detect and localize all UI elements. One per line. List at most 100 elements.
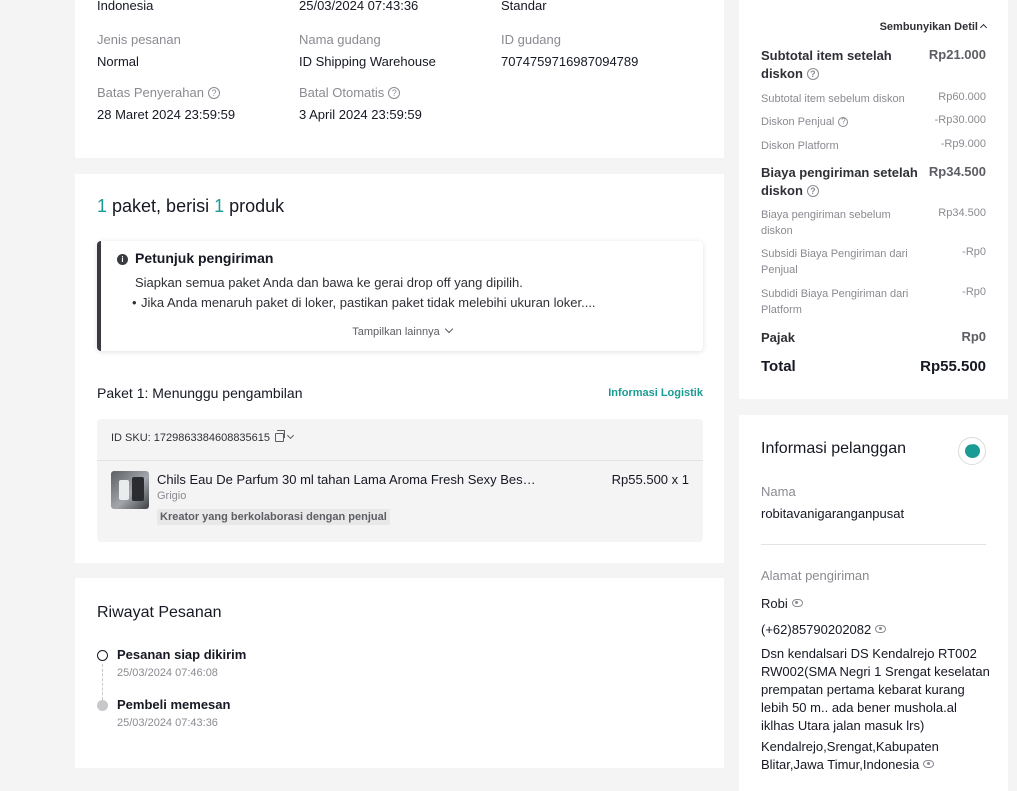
product-variant: Grigio	[157, 490, 187, 502]
product-count: 1	[214, 196, 225, 216]
show-more-label: Tampilkan lainnya	[352, 326, 440, 338]
order-region: Indonesia	[97, 0, 154, 13]
timeline-connector	[102, 664, 103, 700]
order-type-value: Normal	[97, 54, 139, 69]
platform-discount-value: -Rp9.000	[940, 138, 986, 150]
recipient-phone: (+62)85790202082	[761, 622, 872, 637]
seller-subsidy-label: Subsidi Biaya Pengiriman dari Penjual	[761, 248, 908, 276]
platform-subsidy-label: Subdidi Biaya Pengiriman dari Platform	[761, 288, 909, 316]
eye-icon[interactable]	[923, 760, 935, 768]
product-count-text: produk	[224, 196, 285, 216]
package-summary-title: 1 paket, berisi 1 produk	[97, 196, 284, 217]
help-icon[interactable]: ?	[838, 117, 849, 127]
shipping-hint-title: Petunjuk pengiriman	[135, 250, 274, 266]
warehouse-name-value: ID Shipping Warehouse	[299, 54, 436, 69]
total-label: Total	[761, 358, 796, 375]
order-type-field: Jenis pesanan Normal	[97, 32, 181, 69]
warehouse-name-field: Nama gudang ID Shipping Warehouse	[299, 32, 436, 69]
shipping-type: Standar	[501, 0, 547, 13]
warehouse-id-label: ID gudang	[501, 32, 561, 47]
address-region-row: Kendalrejo,Srengat,Kabupaten Blitar,Jawa…	[761, 738, 991, 774]
customer-name-label: Nama	[761, 484, 796, 499]
eye-icon[interactable]	[791, 599, 803, 607]
help-icon[interactable]: ?	[388, 87, 401, 99]
tax-value: Rp0	[961, 329, 986, 344]
sku-box: ID SKU: 1729863384608835615 Chils Eau De…	[97, 419, 703, 542]
shipping-address-label: Alamat pengiriman	[761, 568, 870, 583]
help-icon[interactable]: ?	[207, 87, 220, 99]
product-price: Rp55.500 x 1	[611, 472, 689, 487]
handover-deadline-field: Batas Penyerahan? 28 Maret 2024 23:59:59	[97, 85, 235, 122]
history-event-label: Pesanan siap dikirim	[117, 647, 247, 662]
chevron-down-icon	[444, 324, 453, 334]
copy-icon[interactable]	[275, 430, 286, 442]
eye-icon[interactable]	[875, 625, 887, 633]
package-count: 1	[97, 196, 108, 216]
chevron-up-icon	[979, 23, 988, 32]
chat-button[interactable]	[958, 437, 986, 465]
customer-name-value: robitavanigaranganpusat	[761, 506, 905, 521]
shipping-before-label: Biaya pengiriman sebelum diskon	[761, 209, 891, 237]
timeline-dot-past	[97, 700, 108, 711]
timeline-dot-current	[97, 650, 108, 661]
subtotal-before-label: Subtotal item sebelum diskon	[761, 93, 905, 105]
package-status: Paket 1: Menunggu pengambilan	[97, 385, 303, 401]
help-icon[interactable]: ?	[806, 185, 819, 197]
warehouse-id-value: 7074759716987094789	[501, 54, 639, 69]
chevron-down-icon[interactable]	[286, 431, 295, 440]
logistics-info-link[interactable]: Informasi Logistik	[608, 387, 703, 399]
tax-label: Pajak	[761, 330, 795, 345]
auto-cancel-label: Batal Otomatis	[299, 85, 385, 100]
auto-cancel-field: Batal Otomatis? 3 April 2024 23:59:59	[299, 85, 422, 122]
order-info-card: Indonesia 25/03/2024 07:43:36 Standar Je…	[75, 0, 724, 158]
creator-collab-tag: Kreator yang berkolaborasi dengan penjua…	[157, 509, 390, 525]
platform-discount-label: Diskon Platform	[761, 140, 839, 152]
seller-discount-label: Diskon Penjual	[761, 116, 835, 128]
shipping-hint-box: i Petunjuk pengiriman Siapkan semua pake…	[97, 241, 703, 351]
shipping-after-label: Biaya pengiriman setelah diskon	[761, 165, 918, 198]
phone-row: (+62)85790202082	[761, 622, 887, 637]
product-thumbnail[interactable]	[111, 471, 149, 509]
subtotal-after-label: Subtotal item setelah diskon	[761, 48, 892, 81]
order-created-time: 25/03/2024 07:43:36	[299, 0, 419, 13]
show-more-button[interactable]: Tampilkan lainnya	[101, 324, 703, 338]
order-history-title: Riwayat Pesanan	[97, 604, 222, 621]
hide-details-button[interactable]: Sembunyikan Detil	[879, 21, 988, 33]
seller-discount-value: -Rp30.000	[934, 114, 986, 126]
platform-subsidy-value: -Rp0	[962, 286, 986, 298]
info-icon: i	[117, 254, 128, 265]
seller-subsidy-value: -Rp0	[962, 246, 986, 258]
customer-info-card: Informasi pelanggan Nama robitavanigaran…	[739, 415, 1008, 791]
history-event-time: 25/03/2024 07:46:08	[117, 667, 218, 679]
subtotal-before-value: Rp60.000	[938, 91, 986, 103]
warehouse-id-field: ID gudang 7074759716987094789	[501, 32, 638, 69]
history-event-time: 25/03/2024 07:43:36	[117, 717, 218, 729]
address-region: Kendalrejo,Srengat,Kabupaten Blitar,Jawa…	[761, 739, 939, 772]
customer-info-title: Informasi pelanggan	[761, 440, 906, 457]
handover-deadline-label: Batas Penyerahan	[97, 85, 204, 100]
payment-summary-card: Sembunyikan Detil Subtotal item setelah …	[739, 0, 1008, 399]
total-value: Rp55.500	[920, 358, 986, 375]
product-name[interactable]: Chils Eau De Parfum 30 ml tahan Lama Aro…	[157, 472, 537, 487]
chat-icon	[965, 441, 980, 458]
recipient-row: Robi	[761, 596, 803, 611]
address-detail: Dsn kendalsari DS Kendalrejo RT002 RW002…	[761, 646, 990, 733]
order-type-label: Jenis pesanan	[97, 32, 181, 47]
auto-cancel-value: 3 April 2024 23:59:59	[299, 107, 422, 122]
package-card: 1 paket, berisi 1 produk i Petunjuk peng…	[75, 174, 724, 563]
divider	[97, 460, 703, 461]
subtotal-after-value: Rp21.000	[928, 47, 986, 62]
hide-details-label: Sembunyikan Detil	[879, 21, 978, 33]
help-icon[interactable]: ?	[806, 68, 819, 80]
warehouse-name-label: Nama gudang	[299, 32, 381, 47]
divider	[761, 544, 986, 545]
order-history-card: Riwayat Pesanan Pesanan siap dikirim 25/…	[75, 578, 724, 768]
shipping-before-value: Rp34.500	[938, 207, 986, 219]
handover-deadline-value: 28 Maret 2024 23:59:59	[97, 107, 236, 122]
sku-id: ID SKU: 1729863384608835615	[111, 432, 271, 444]
shipping-hint-text: Siapkan semua paket Anda dan bawa ke ger…	[135, 275, 523, 290]
history-event-label: Pembeli memesan	[117, 697, 231, 712]
sku-header: ID SKU: 1729863384608835615	[111, 430, 295, 444]
shipping-after-value: Rp34.500	[928, 164, 986, 179]
shipping-hint-bullet: Jika Anda menaruh paket di loker, pastik…	[132, 295, 596, 310]
